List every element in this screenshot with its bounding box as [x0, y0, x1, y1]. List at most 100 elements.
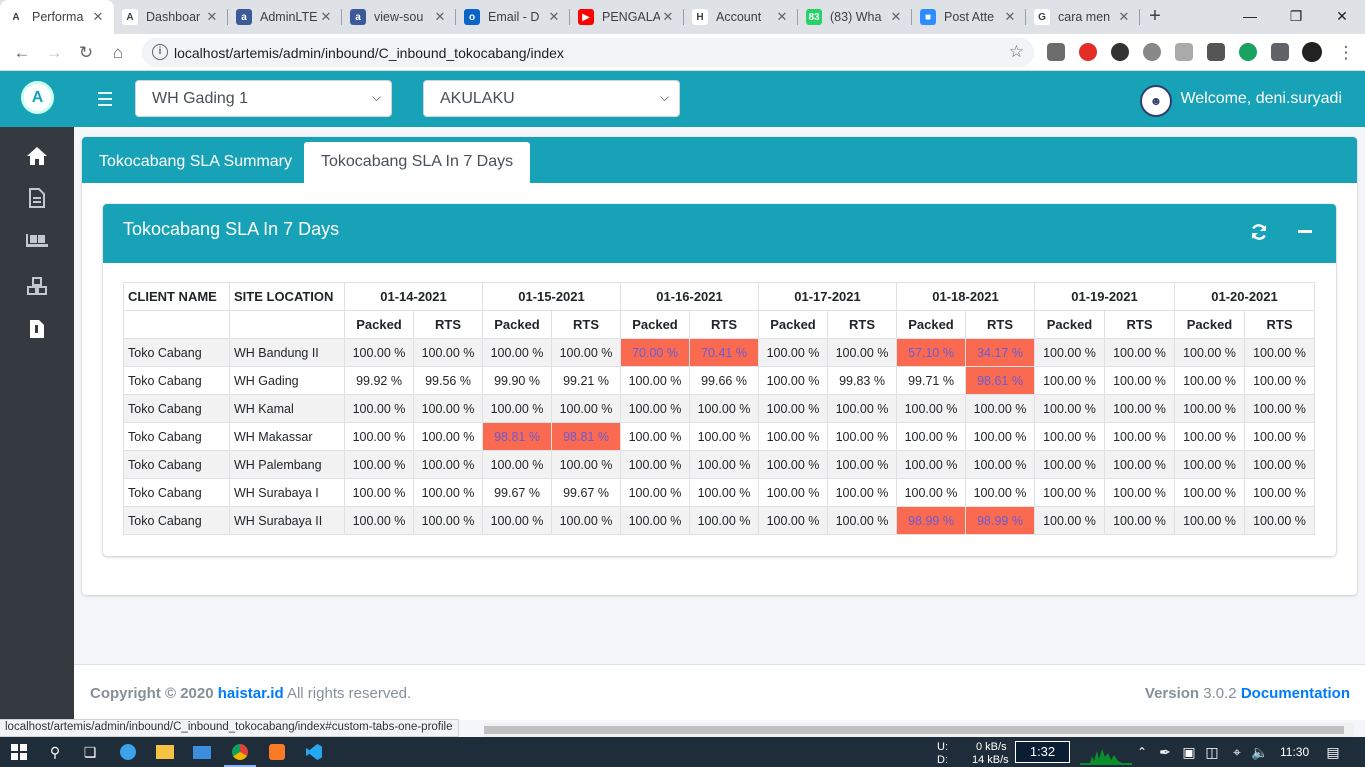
tab-sla-summary[interactable]: Tokocabang SLA Summary	[82, 142, 309, 183]
client-select[interactable]: AKULAKU ⌵	[423, 80, 680, 117]
site-info-icon[interactable]: i	[152, 44, 168, 60]
date-header: 01-14-2021	[344, 282, 483, 311]
back-icon[interactable]: ←	[10, 41, 34, 65]
close-tab-icon[interactable]: ✕	[204, 9, 220, 25]
browser-tab[interactable]: ■ Post Atte ✕	[912, 0, 1026, 34]
collapse-icon[interactable]	[1291, 218, 1319, 246]
tab-favicon-icon: a	[350, 9, 366, 25]
warehouse-select[interactable]: WH Gading 1 ⌵	[135, 80, 392, 117]
home-icon[interactable]: ⌂	[106, 41, 130, 65]
close-tab-icon[interactable]: ✕	[660, 9, 676, 25]
extension-icon-7[interactable]	[1239, 43, 1257, 61]
network-graph	[1080, 749, 1132, 765]
user-avatar[interactable]: ☻	[1140, 85, 1172, 117]
close-tab-icon[interactable]: ✕	[1116, 9, 1132, 25]
close-tab-icon[interactable]: ✕	[432, 9, 448, 25]
browser-tab[interactable]: a AdminLTE ✕	[228, 0, 342, 34]
notifications-icon[interactable]: ▤	[1323, 742, 1343, 762]
url-input[interactable]: i localhost/artemis/admin/inbound/C_inbo…	[142, 38, 1034, 67]
refresh-icon[interactable]	[1245, 218, 1273, 246]
search-icon[interactable]: ⚲	[45, 742, 65, 762]
site-location-cell: WH Surabaya II	[229, 506, 345, 535]
device-icon[interactable]: ▣	[1179, 742, 1199, 762]
packed-header: Packed	[482, 310, 552, 339]
rts-header: RTS	[827, 310, 897, 339]
menu-toggle-icon[interactable]	[98, 92, 112, 110]
chrome-icon[interactable]	[230, 742, 250, 762]
close-tab-icon[interactable]: ✕	[318, 9, 334, 25]
document-nav-icon[interactable]	[25, 186, 49, 210]
close-tab-icon[interactable]: ✕	[90, 9, 106, 25]
welcome-text[interactable]: Welcome, deni.suryadi	[1180, 90, 1342, 108]
minimize-button[interactable]: —	[1227, 0, 1273, 32]
close-tab-icon[interactable]: ✕	[774, 9, 790, 25]
documentation-link[interactable]: Documentation	[1241, 685, 1350, 702]
power-icon[interactable]: ◫	[1202, 742, 1222, 762]
profile-avatar-icon[interactable]	[1302, 42, 1322, 62]
file-nav-icon[interactable]	[25, 317, 49, 341]
extension-icon-6[interactable]	[1207, 43, 1225, 61]
rts-value-cell: 100.00 %	[1244, 366, 1315, 395]
browser-menu-icon[interactable]: ⋮	[1334, 41, 1358, 65]
xampp-icon[interactable]	[267, 742, 287, 762]
rts-value-cell: 100.00 %	[1244, 338, 1315, 367]
packed-value-cell: 98.99 %	[896, 506, 966, 535]
browser-tab[interactable]: A Performa ✕	[0, 0, 114, 34]
horizontal-scrollbar[interactable]	[484, 723, 1354, 737]
packed-value-cell: 100.00 %	[482, 506, 552, 535]
browser-tab[interactable]: a view-sou ✕	[342, 0, 456, 34]
vscode-icon[interactable]	[304, 742, 324, 762]
timer-widget[interactable]: 1:32	[1015, 741, 1070, 763]
browser-tab[interactable]: 83 (83) Wha ✕	[798, 0, 912, 34]
volume-icon[interactable]: 🔈	[1250, 742, 1270, 762]
client-name-cell: Toko Cabang	[123, 338, 230, 367]
scrollbar-thumb[interactable]	[484, 726, 1344, 734]
tab-favicon-icon: ▶	[578, 9, 594, 25]
windows-start-icon[interactable]	[9, 742, 29, 762]
cubes-nav-icon[interactable]	[25, 274, 49, 298]
packed-value-cell: 100.00 %	[758, 394, 828, 423]
brand-link[interactable]: haistar.id	[218, 685, 284, 702]
brand-logo[interactable]: A	[0, 71, 74, 127]
home-nav-icon[interactable]	[25, 144, 49, 168]
pallet-nav-icon[interactable]	[25, 230, 49, 254]
close-tab-icon[interactable]: ✕	[1002, 9, 1018, 25]
show-hidden-icons-icon[interactable]: ⌃	[1132, 742, 1152, 762]
packed-value-cell: 100.00 %	[482, 394, 552, 423]
file-explorer-icon[interactable]	[155, 742, 175, 762]
rts-header: RTS	[965, 310, 1035, 339]
extensions-puzzle-icon[interactable]	[1271, 43, 1289, 61]
extension-icon-2[interactable]	[1079, 43, 1097, 61]
extension-icon-3[interactable]	[1111, 43, 1129, 61]
edge-icon[interactable]	[118, 742, 138, 762]
mail-icon[interactable]	[192, 742, 212, 762]
pen-icon[interactable]: ✒	[1155, 742, 1175, 762]
rts-value-cell: 100.00 %	[1104, 506, 1175, 535]
browser-tab[interactable]: A Dashboar ✕	[114, 0, 228, 34]
clock[interactable]: 11:30	[1280, 746, 1309, 758]
site-location-cell: WH Palembang	[229, 450, 345, 479]
extension-icon-4[interactable]	[1143, 43, 1161, 61]
tab-title: cara men	[1058, 10, 1111, 24]
extension-icon-5[interactable]	[1175, 43, 1193, 61]
extension-icon-1[interactable]	[1047, 43, 1065, 61]
table-row: Toko Cabang WH Bandung II 100.00 % 100.00 %…	[123, 338, 1315, 367]
rts-value-cell: 34.17 %	[965, 338, 1035, 367]
browser-tab[interactable]: o Email - D ✕	[456, 0, 570, 34]
close-tab-icon[interactable]: ✕	[546, 9, 562, 25]
restore-button[interactable]: ❐	[1273, 0, 1319, 32]
bookmark-star-icon[interactable]: ☆	[1009, 42, 1024, 62]
task-view-icon[interactable]: ❏	[80, 742, 100, 762]
browser-tab[interactable]: ▶ PENGALA ✕	[570, 0, 684, 34]
new-tab-button[interactable]: +	[1140, 0, 1170, 34]
browser-tab[interactable]: Gcara men ✕	[1026, 0, 1140, 34]
site-location-cell: WH Makassar	[229, 422, 345, 451]
forward-icon[interactable]: →	[42, 41, 66, 65]
tab-sla-7-days[interactable]: Tokocabang SLA In 7 Days	[304, 142, 531, 183]
browser-tab[interactable]: H Account ✕	[684, 0, 798, 34]
status-url: localhost/artemis/admin/inbound/C_inboun…	[0, 719, 459, 737]
close-window-button[interactable]: ✕	[1319, 0, 1365, 32]
reload-icon[interactable]: ↻	[74, 41, 98, 65]
wifi-icon[interactable]: ⌖	[1227, 742, 1247, 762]
close-tab-icon[interactable]: ✕	[888, 9, 904, 25]
